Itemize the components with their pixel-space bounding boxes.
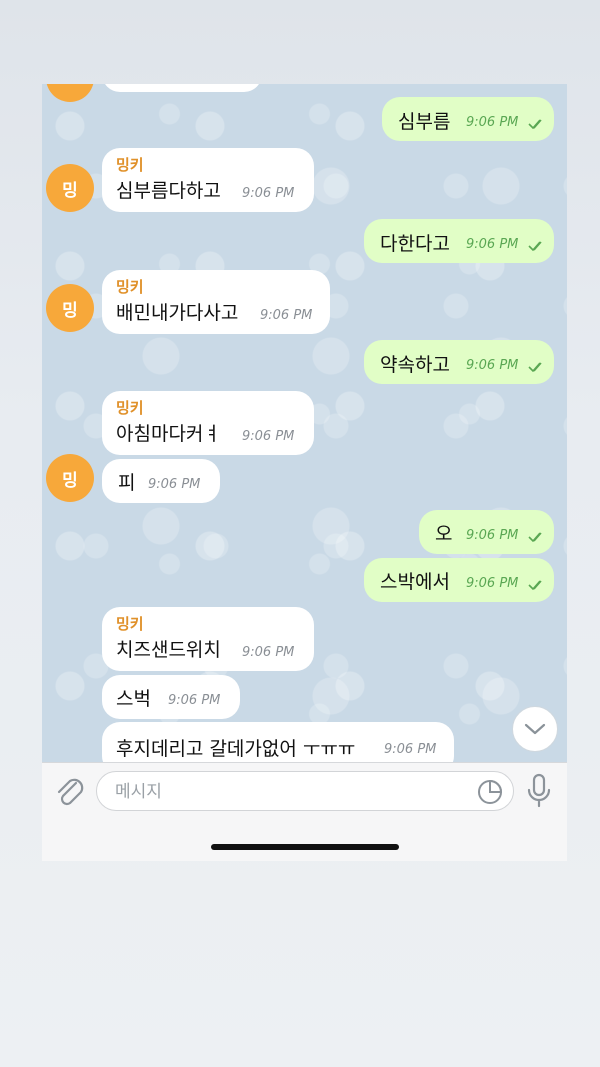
message-time: 9:06 PM <box>466 358 519 373</box>
sticker-icon <box>478 779 503 804</box>
message-text: 다한다고 <box>380 233 450 255</box>
message-bubble[interactable]: 밍키 배민내가다사고 9:06 PM <box>102 270 330 334</box>
message-bubble[interactable]: 다한다고 9:06 PM <box>364 219 554 263</box>
message-time: 9:06 PM <box>148 477 201 492</box>
message-text: 약속하고 <box>380 354 450 376</box>
avatar[interactable]: 밍 <box>46 454 94 502</box>
message-bubble[interactable]: 후지데리고 갈데가없어 ㅜㅠㅠ 9:06 PM <box>102 722 454 762</box>
avatar[interactable] <box>46 84 94 102</box>
read-check-icon <box>528 580 542 590</box>
sender-name[interactable]: 밍키 <box>116 276 144 297</box>
message-bubble[interactable]: 밍키 심부름다하고 9:06 PM <box>102 148 314 212</box>
message-text: 피 <box>118 472 136 494</box>
message-time: 9:06 PM <box>384 742 437 757</box>
message-time: 9:06 PM <box>242 645 295 660</box>
message-bubble[interactable]: 스벅 9:06 PM <box>102 675 240 719</box>
message-text: 치즈샌드위치 <box>116 639 221 661</box>
sticker-button[interactable] <box>477 779 503 805</box>
chevron-down-icon <box>524 723 546 735</box>
message-text: 스벅 <box>116 688 151 710</box>
paperclip-icon <box>57 778 84 806</box>
message-input[interactable] <box>113 772 477 812</box>
message-time: 9:06 PM <box>242 429 295 444</box>
message-time: 9:06 PM <box>242 186 295 201</box>
microphone-button[interactable] <box>524 772 554 810</box>
message-bubble[interactable]: 밍키 치즈샌드위치 9:06 PM <box>102 607 314 671</box>
sender-name[interactable]: 밍키 <box>116 613 144 634</box>
message-text: 아침마다커ㅕ <box>116 423 221 445</box>
message-bubble[interactable]: 심부름 9:06 PM <box>382 97 554 141</box>
microphone-icon <box>527 773 551 808</box>
message-time: 9:06 PM <box>466 237 519 252</box>
message-bubble[interactable] <box>102 84 262 92</box>
read-check-icon <box>528 241 542 251</box>
message-time: 9:06 PM <box>260 308 313 323</box>
message-composer <box>42 762 567 861</box>
sender-name[interactable]: 밍키 <box>116 397 144 418</box>
message-text: 심부름다하고 <box>116 180 221 202</box>
message-bubble[interactable]: 피 9:06 PM <box>102 459 220 503</box>
message-input-field[interactable] <box>96 771 514 812</box>
read-check-icon <box>528 532 542 542</box>
message-text: 오 <box>435 523 453 545</box>
message-time: 9:06 PM <box>168 693 221 708</box>
scroll-to-bottom-button[interactable] <box>512 706 558 752</box>
avatar[interactable]: 밍 <box>46 164 94 212</box>
message-text: 스박에서 <box>380 571 450 593</box>
message-text: 후지데리고 갈데가없어 ㅜㅠㅠ <box>116 738 356 760</box>
phone-screen: 심부름 9:06 PM 밍 밍키 심부름다하고 9:06 PM 다한다고 9:0… <box>42 84 567 861</box>
message-time: 9:06 PM <box>466 576 519 591</box>
avatar[interactable]: 밍 <box>46 284 94 332</box>
message-time: 9:06 PM <box>466 115 519 130</box>
message-bubble[interactable]: 오 9:06 PM <box>419 510 554 554</box>
sender-name[interactable]: 밍키 <box>116 154 144 175</box>
message-time: 9:06 PM <box>466 528 519 543</box>
chat-area[interactable]: 심부름 9:06 PM 밍 밍키 심부름다하고 9:06 PM 다한다고 9:0… <box>42 84 567 762</box>
message-text: 심부름 <box>398 111 451 133</box>
home-indicator <box>211 844 399 850</box>
read-check-icon <box>528 119 542 129</box>
message-bubble[interactable]: 약속하고 9:06 PM <box>364 340 554 384</box>
read-check-icon <box>528 362 542 372</box>
message-bubble[interactable]: 밍키 아침마다커ㅕ 9:06 PM <box>102 391 314 455</box>
message-bubble[interactable]: 스박에서 9:06 PM <box>364 558 554 602</box>
attach-button[interactable] <box>52 773 86 809</box>
message-text: 배민내가다사고 <box>116 302 239 324</box>
